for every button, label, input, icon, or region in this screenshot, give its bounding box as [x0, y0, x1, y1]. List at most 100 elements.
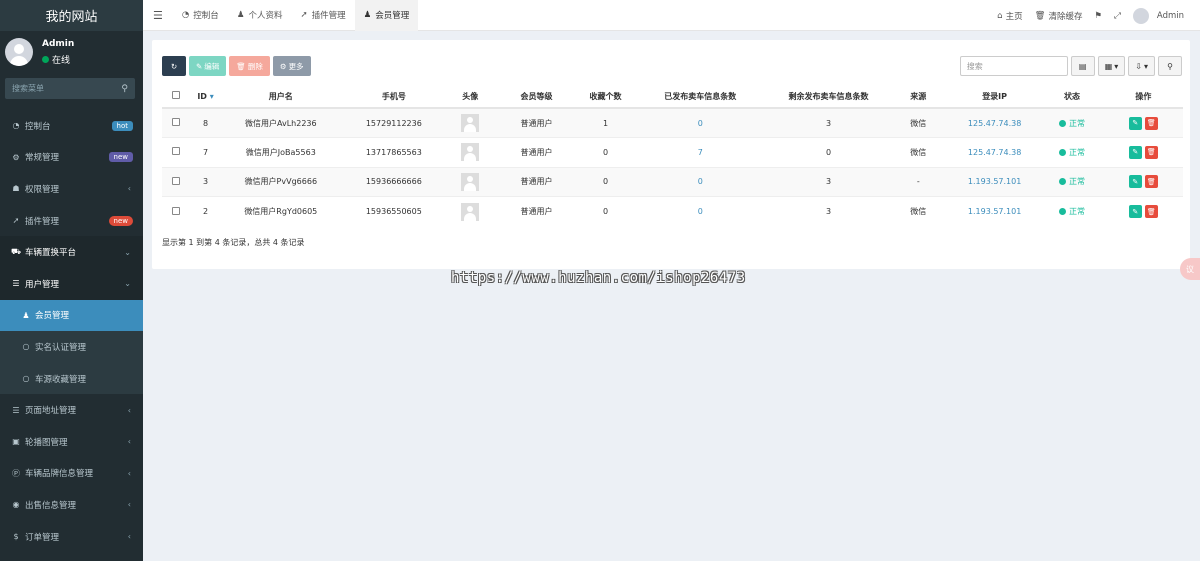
home-link[interactable]: ⌂ 主页	[991, 10, 1028, 22]
sidebar-item-0[interactable]: ◔ 控制台 hot	[0, 110, 143, 142]
members-table: ID ▾ 用户名 手机号 头像 会员等级 收藏个数 已发布卖车信息条数 剩余发布卖车信息条数来…	[162, 85, 1183, 226]
cell-ip[interactable]: 125.47.74.38	[948, 107, 1041, 138]
site-logo[interactable]: 我的网站	[0, 0, 143, 31]
dashboard-icon: ◔	[12, 121, 20, 131]
table-row[interactable]: 7 微信用户JoBa5563 13717865563 普通用户 0 7 0 微信 125.47.…	[162, 137, 1183, 167]
column-header: 登录IP	[948, 85, 1041, 109]
sidebar-item-4[interactable]: ⛟ 车辆置换平台 ⌄	[0, 236, 143, 268]
sidebar-item-10[interactable]: ▣ 轮播图管理 ‹	[0, 426, 143, 458]
avatar-placeholder-icon	[461, 143, 480, 162]
cell-remaining: 3	[769, 107, 888, 138]
sidebar-item-5[interactable]: ☰ 用户管理 ⌄	[0, 267, 143, 300]
edit-row-button[interactable]: ✎	[1128, 205, 1142, 218]
chevron-icon: ‹	[127, 532, 131, 542]
cell-published[interactable]: 0	[631, 166, 770, 197]
row-checkbox[interactable]	[162, 196, 190, 226]
row-checkbox[interactable]	[162, 137, 190, 167]
floating-badge[interactable]: 议	[1180, 258, 1200, 280]
clear-cache-button[interactable]: 🗑 清除缓存	[1029, 10, 1089, 22]
sidebar-item-1[interactable]: ⚙ 常规管理 new	[0, 142, 143, 174]
cog-icon: ⚙	[279, 61, 287, 71]
edit-row-button[interactable]: ✎	[1128, 145, 1142, 159]
user-icon: ♟	[236, 10, 245, 20]
cell-avatar[interactable]	[447, 166, 494, 197]
delete-row-button[interactable]: 🗑	[1144, 175, 1158, 189]
tab-1[interactable]: ♟ 个人资料	[228, 0, 292, 31]
chevron-icon: ⌄	[124, 247, 131, 257]
cell-favorites: 0	[579, 137, 632, 167]
tab-label: 控制台	[193, 11, 219, 21]
dashboard-icon: ◔	[181, 10, 190, 20]
cell-published[interactable]: 0	[631, 196, 770, 226]
user-menu[interactable]: Admin	[1127, 7, 1190, 24]
row-checkbox[interactable]	[162, 166, 190, 197]
cogs-icon: ⚙	[12, 152, 20, 162]
cell-phone: 13717865563	[340, 137, 448, 167]
column-header: 状态	[1040, 85, 1104, 109]
sidebar-item-13[interactable]: $ 订单管理 ‹	[0, 521, 143, 553]
table-row[interactable]: 2 微信用户RgYd0605 15936550605 普通用户 0 0 3 微信 1.193.5…	[162, 196, 1183, 226]
cell-ip[interactable]: 1.193.57.101	[948, 166, 1041, 197]
column-header: 手机号	[340, 85, 448, 109]
tab-0[interactable]: ◔ 控制台	[173, 0, 228, 31]
chevron-icon: ‹	[127, 184, 131, 194]
sidebar-item-label: 订单管理	[25, 532, 60, 543]
sidebar-item-11[interactable]: Ⓟ 车辆品牌信息管理 ‹	[0, 458, 143, 490]
edit-row-button[interactable]: ✎	[1128, 175, 1142, 189]
table-search-input[interactable]: 搜索	[959, 56, 1068, 76]
tab-3[interactable]: ♟ 会员管理	[354, 0, 419, 31]
sidebar-item-3[interactable]: ➚ 插件管理 new	[0, 205, 143, 237]
content-panel: ↻ ✎ 编辑 🗑 删除 ⚙ 更多 搜索 ▤ ▦ ▾ ⇩ ▾ ⚲ ID ▾ 用户名 手机号 头像会…	[152, 40, 1190, 269]
sidebar-item-2[interactable]: ☗ 权限管理 ‹	[0, 173, 143, 205]
column-header[interactable]: ID ▾	[189, 85, 222, 109]
search-toggle-button[interactable]: ⚲	[1158, 56, 1182, 76]
columns-button[interactable]: ▦ ▾	[1097, 56, 1126, 76]
cell-avatar[interactable]	[447, 107, 494, 138]
table-row[interactable]: 8 微信用户AvLh2236 15729112236 普通用户 1 0 3 微信 125.47.…	[162, 107, 1183, 138]
user-icon: ♟	[363, 10, 372, 20]
edit-button[interactable]: ✎ 编辑	[189, 56, 227, 76]
cell-avatar[interactable]	[447, 137, 494, 167]
status-dot-icon	[1058, 178, 1066, 186]
refresh-button[interactable]: ↻	[162, 56, 186, 76]
trash-icon: 🗑	[1034, 10, 1046, 21]
select-all-checkbox[interactable]	[162, 85, 190, 109]
fullscreen-icon: ⤢	[1114, 10, 1121, 21]
tab-2[interactable]: ➚ 插件管理	[291, 0, 354, 31]
edit-row-button[interactable]: ✎	[1128, 116, 1142, 130]
sidebar: 我的网站 Admin 在线 搜索菜单 ⚲ ◔ 控制台 hot ⚙ 常规管理 new ☗ 权限管…	[0, 0, 143, 561]
sidebar-item-9[interactable]: ☰ 页面地址管理 ‹	[0, 394, 143, 426]
cell-published[interactable]: 7	[631, 137, 770, 167]
cell-ip[interactable]: 125.47.74.38	[948, 137, 1041, 167]
circle-icon: ○	[22, 374, 30, 384]
delete-row-button[interactable]: 🗑	[1144, 145, 1158, 159]
image-icon: ▣	[12, 437, 20, 447]
sidebar-item-label: 页面地址管理	[25, 406, 77, 417]
sidebar-item-label: 会员管理	[35, 311, 70, 322]
toggle-view-button[interactable]: ▤	[1070, 56, 1095, 76]
sidebar-item-8[interactable]: ○ 车源收藏管理	[0, 362, 143, 395]
chevron-icon: ‹	[127, 437, 131, 447]
sidebar-toggle-button[interactable]: ☰	[143, 0, 173, 31]
chevron-icon: ‹	[127, 500, 131, 510]
sidebar-item-7[interactable]: ○ 实名认证管理	[0, 331, 143, 363]
sidebar-item-12[interactable]: ◉ 出售信息管理 ‹	[0, 489, 143, 521]
row-checkbox[interactable]	[162, 107, 190, 138]
more-button[interactable]: ⚙ 更多	[272, 56, 311, 76]
column-header: 头像	[447, 85, 494, 109]
language-button[interactable]: ⚑	[1088, 11, 1108, 21]
sidebar-item-6[interactable]: ♟ 会员管理	[0, 299, 143, 332]
cell-avatar[interactable]	[447, 196, 494, 226]
cell-published[interactable]: 0	[631, 107, 770, 138]
sidebar-search-input[interactable]: 搜索菜单 ⚲	[5, 78, 135, 99]
search-icon[interactable]: ⚲	[121, 84, 128, 94]
export-button[interactable]: ⇩ ▾	[1128, 56, 1155, 76]
delete-button[interactable]: 🗑 删除	[229, 56, 270, 76]
fullscreen-button[interactable]: ⤢	[1108, 11, 1127, 21]
delete-row-button[interactable]: 🗑	[1144, 205, 1158, 218]
cell-ip[interactable]: 1.193.57.101	[948, 196, 1041, 226]
sidebar-item-label: 常规管理	[25, 153, 60, 164]
column-header: 操作	[1103, 85, 1183, 109]
table-row[interactable]: 3 微信用户PvVg6666 15936666666 普通用户 0 0 3-1.193.57…	[162, 166, 1183, 197]
delete-row-button[interactable]: 🗑	[1144, 116, 1158, 130]
